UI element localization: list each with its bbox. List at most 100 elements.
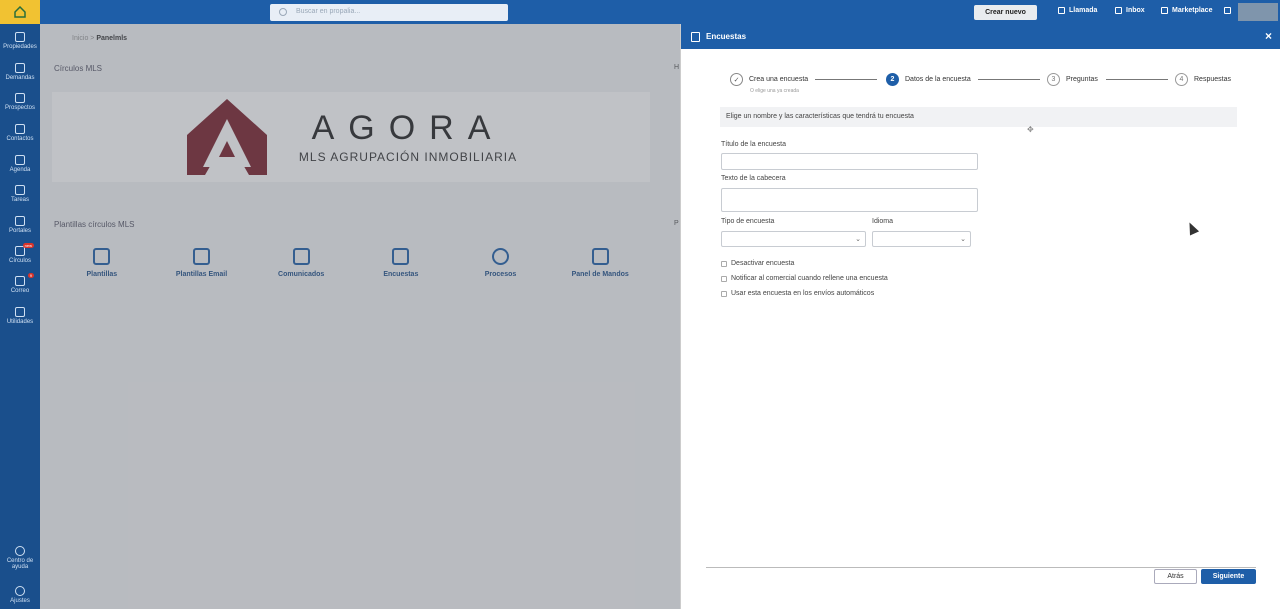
inbox-link[interactable]: Inbox xyxy=(1115,7,1145,14)
info-message: Elige un nombre y las características qu… xyxy=(720,107,1237,127)
mail-icon xyxy=(15,276,25,286)
step-1[interactable]: ✓ Crea una encuesta O elige una ya cread… xyxy=(730,73,809,94)
call-link[interactable]: Llamada xyxy=(1058,7,1097,14)
sidebar-item-9[interactable]: Utilidades xyxy=(0,307,40,325)
sidebar-item-label: Propiedades xyxy=(3,44,37,50)
chevron-down-icon: ⌄ xyxy=(960,236,966,243)
section-title-templates: Plantillas círculos MLS xyxy=(54,220,135,229)
templates-icon xyxy=(93,248,111,265)
checkbox-box[interactable] xyxy=(721,290,727,297)
user-avatar[interactable] xyxy=(1238,3,1278,21)
header-text-input[interactable] xyxy=(721,188,978,212)
step-number: 2 xyxy=(886,73,899,86)
section-title-cut-2: P xyxy=(674,220,679,227)
breadcrumb: Inicio > Panelmls xyxy=(72,35,127,42)
refresh-button[interactable] xyxy=(1224,7,1231,14)
users-icon xyxy=(15,63,25,73)
step-4[interactable]: 4 Respuestas xyxy=(1175,73,1231,86)
tile-2[interactable]: Comunicados xyxy=(251,237,351,289)
sidebar-item-label: Ajustes xyxy=(10,598,30,604)
survey-type-select[interactable]: ⌄ xyxy=(721,231,866,247)
mouse-cursor xyxy=(1184,220,1200,236)
tile-label: Procesos xyxy=(484,271,517,278)
notify-checkbox[interactable]: Notificar al comercial cuando rellene un… xyxy=(721,275,888,282)
tile-1[interactable]: Plantillas Email xyxy=(152,237,252,289)
deactivate-checkbox[interactable]: Desactivar encuesta xyxy=(721,260,794,267)
inbox-label: Inbox xyxy=(1126,7,1145,14)
tile-label: Plantillas Email xyxy=(175,271,228,278)
check-icon: ✓ xyxy=(730,73,743,86)
email-icon xyxy=(193,248,210,265)
tasks-icon xyxy=(15,185,25,195)
sidebar-item-3[interactable]: Contactos xyxy=(0,124,40,142)
sidebar-item-label: Círculos xyxy=(8,258,31,264)
main-content: Inicio > Panelmls Círculos MLS H AGORA M… xyxy=(40,24,680,609)
contact-icon xyxy=(15,124,25,134)
sidebar-item-label: Utilidades xyxy=(6,319,34,325)
header-label: Texto de la cabecera xyxy=(721,175,786,182)
checkbox-box[interactable] xyxy=(721,260,727,267)
language-label: Idioma xyxy=(872,218,894,225)
notification-badge: 9 xyxy=(27,273,34,278)
footer-divider xyxy=(706,567,1256,568)
sidebar-item-2[interactable]: Prospectos xyxy=(0,93,40,111)
announcement-icon xyxy=(292,248,310,265)
search-input[interactable]: Buscar en propalia... xyxy=(270,4,508,21)
tile-label: Comunicados xyxy=(278,271,325,278)
sidebar-item-6[interactable]: Portales xyxy=(0,216,40,234)
section-title-circles: Círculos MLS xyxy=(54,64,103,73)
sidebar-item-0[interactable]: Propiedades xyxy=(0,32,40,50)
create-new-button[interactable]: Crear nuevo xyxy=(974,5,1037,20)
tile-5[interactable]: Panel de Mandos xyxy=(550,237,650,289)
tile-4[interactable]: Procesos xyxy=(451,237,551,289)
step-3[interactable]: 3 Preguntas xyxy=(1047,73,1098,86)
tools-icon xyxy=(15,307,25,317)
breadcrumb-prefix[interactable]: Inicio > xyxy=(72,35,94,42)
survey-title-input[interactable] xyxy=(721,153,978,170)
banner-text: AGORA MLS AGRUPACIÓN INMOBILIARIA xyxy=(299,110,517,164)
banner-subtitle: MLS AGRUPACIÓN INMOBILIARIA xyxy=(298,150,518,164)
sidebar-item-1[interactable]: Demandas xyxy=(0,63,40,81)
step-label: Respuestas xyxy=(1194,76,1231,83)
search-icon xyxy=(279,8,287,16)
sidebar-item-7[interactable]: new Círculos xyxy=(0,243,40,264)
sidebar-item-4[interactable]: Agenda xyxy=(0,155,40,173)
tile-label: Plantillas xyxy=(86,271,118,278)
sidebar-item-label: Contactos xyxy=(6,136,34,142)
step-label: Preguntas xyxy=(1066,76,1098,83)
portals-icon xyxy=(15,216,25,226)
top-bar: Buscar en propalia... Crear nuevo Llamad… xyxy=(40,0,1280,24)
survey-icon xyxy=(392,248,410,265)
sidebar-item-8[interactable]: 9 Correo xyxy=(0,273,40,294)
step-label: Crea una encuesta xyxy=(749,76,809,83)
step-2[interactable]: 2 Datos de la encuesta xyxy=(886,73,971,86)
home-logo-icon xyxy=(14,6,26,18)
next-button[interactable]: Siguiente xyxy=(1201,569,1256,584)
marketplace-label: Marketplace xyxy=(1172,7,1213,14)
back-button[interactable]: Atrás xyxy=(1154,569,1197,584)
tile-label: Encuestas xyxy=(383,271,419,278)
home-icon xyxy=(15,32,25,42)
auto-send-checkbox[interactable]: Usar esta encuesta en los envíos automát… xyxy=(721,290,874,297)
sidebar-item-settings[interactable]: Ajustes xyxy=(0,586,40,604)
checkbox-label: Desactivar encuesta xyxy=(731,260,795,267)
close-icon[interactable]: × xyxy=(1265,29,1272,43)
call-label: Llamada xyxy=(1069,7,1098,14)
marketplace-link[interactable]: Marketplace xyxy=(1161,7,1212,14)
tiles-row: Plantillas Plantillas Email Comunicados Enc… xyxy=(52,237,650,289)
type-label: Tipo de encuesta xyxy=(721,218,775,225)
tile-0[interactable]: Plantillas xyxy=(52,237,152,289)
sidebar-item-label: Demandas xyxy=(5,75,35,81)
panel-title: Encuestas xyxy=(706,32,747,41)
sidebar-item-5[interactable]: Tareas xyxy=(0,185,40,203)
circle-banner[interactable]: AGORA MLS AGRUPACIÓN INMOBILIARIA xyxy=(52,92,650,182)
app-logo[interactable] xyxy=(0,0,40,24)
tile-3[interactable]: Encuestas xyxy=(351,237,451,289)
step-number: 4 xyxy=(1175,73,1188,86)
sidebar-item-help[interactable]: Centro de ayuda xyxy=(0,546,40,570)
calendar-icon xyxy=(15,155,25,165)
language-select[interactable]: ⌄ xyxy=(872,231,971,247)
checkbox-box[interactable] xyxy=(721,275,727,282)
checkbox-label: Usar esta encuesta en los envíos automát… xyxy=(731,290,875,297)
chat-icon xyxy=(1115,7,1122,14)
